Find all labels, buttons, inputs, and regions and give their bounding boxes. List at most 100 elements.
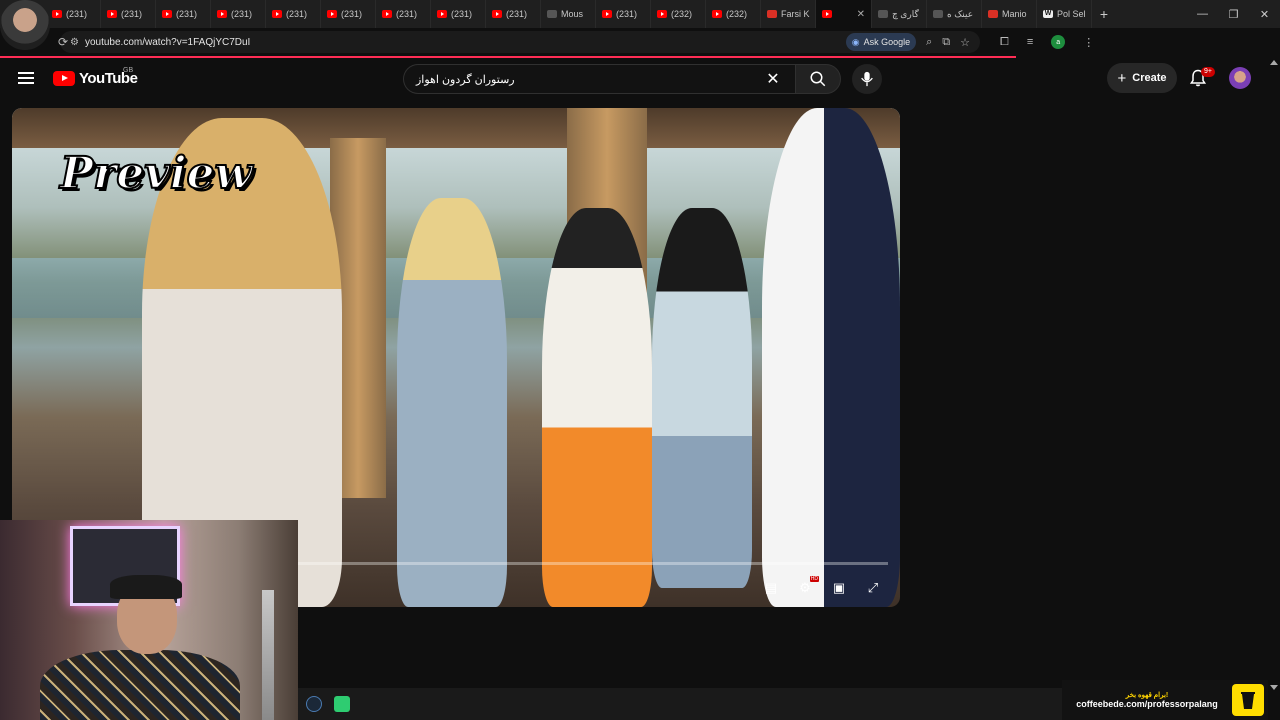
coffee-persian-label: برام قهوه بخر! [1125,692,1169,699]
browser-tab[interactable]: (231) [596,0,651,28]
browser-tab[interactable]: (232) [651,0,706,28]
browser-tab[interactable]: (231) [266,0,321,28]
restore-icon[interactable]: ❐ [1218,0,1249,28]
video-progress-bar[interactable] [298,562,888,565]
country-code: GB [123,67,134,74]
browser-tab[interactable]: (231) [156,0,211,28]
new-tab-icon[interactable]: + [1092,0,1116,28]
clear-search-icon[interactable]: ✕ [763,69,783,89]
close-tab-icon[interactable]: ✕ [857,9,865,20]
toolbar-icons: ⧠ ≡ a ⋮ [1000,35,1094,49]
browser-tab[interactable]: (231) [321,0,376,28]
browser-tab[interactable]: W Pol Sel [1037,0,1092,28]
search-icon [810,71,826,87]
subtitles-icon[interactable]: ▤ [762,579,780,597]
url-icons: ⌕ ⧉ ☆ [926,36,970,49]
address-bar: ⟳ ⚙ youtube.com/watch?v=1FAQjYC7DuI ◉ As… [0,28,1280,56]
dash-icon [878,10,888,18]
url-field[interactable]: ⚙ youtube.com/watch?v=1FAQjYC7DuI ◉ Ask … [60,31,980,53]
tab-title: (231) [506,9,528,19]
chrome-profile-avatar[interactable]: a [1051,35,1066,49]
reload-icon[interactable]: ⟳ [52,31,74,53]
create-button[interactable]: + Create [1107,63,1177,93]
scroll-up-arrow-icon[interactable] [1270,60,1278,65]
browser-tab[interactable]: (231) [431,0,486,28]
tab-title: (231) [451,9,473,19]
menu-kebab-icon[interactable]: ⋮ [1083,36,1094,49]
browser-tab[interactable]: (231) [101,0,156,28]
tab-search-icon[interactable]: ≡ [1027,36,1033,48]
video-scene-person [397,198,507,607]
browser-tab[interactable]: (231) [486,0,541,28]
dash-icon [933,10,943,18]
coffee-text: برام قهوه بخر! coffeebede.com/professorp… [1062,691,1232,709]
youtube-icon [492,10,502,18]
tab-title: (231) [176,9,198,19]
youtube-icon [657,10,667,18]
taskbar-dock [298,688,1062,720]
close-window-icon[interactable]: ✕ [1249,0,1280,28]
youtube-icon [52,10,62,18]
settings-gear-icon[interactable]: ⚙ HD [796,576,819,597]
coffee-donation-banner[interactable]: برام قهوه بخر! coffeebede.com/professorp… [1062,680,1268,720]
hamburger-menu-icon[interactable] [18,72,34,84]
extensions-icon[interactable]: ⧠ [1000,36,1009,49]
webcam-hookah [262,590,274,720]
steam-icon[interactable] [306,696,322,712]
zoom-icon[interactable]: ⌕ [926,36,932,49]
voice-search-button[interactable] [852,64,882,94]
install-icon[interactable]: ⧉ [942,36,950,49]
tab-title: (231) [286,9,308,19]
scroll-down-arrow-icon[interactable] [1270,685,1278,690]
bookmark-star-icon[interactable]: ☆ [960,36,970,49]
search-input[interactable]: رستوران گردون اهواز ✕ [403,64,795,94]
browser-tab[interactable]: گاری چ [872,0,927,28]
youtube-icon [162,10,172,18]
app-icon[interactable] [334,696,350,712]
tab-title: Mous [561,9,584,19]
tab-title: گاری چ [892,8,919,19]
coffee-cup-icon [1232,684,1264,716]
youtube-icon [712,10,722,18]
video-scene-person [762,108,900,607]
video-scene-person [652,208,752,588]
tab-title: (231) [616,9,638,19]
lens-icon: ◉ [851,36,860,47]
webcam-person-cap [110,575,182,599]
browser-tab[interactable]: (231) [46,0,101,28]
youtube-header: YouTube GB رستوران گردون اهواز ✕ + Creat… [0,58,1280,100]
fullscreen-icon[interactable]: ⤢ [864,579,882,597]
tab-title: Farsi K [781,9,810,19]
page-scrollbar[interactable] [1268,58,1280,720]
tab-title: (232) [671,9,693,19]
profile-avatar[interactable] [0,0,50,50]
ask-google-label: Ask Google [863,37,911,47]
youtube-play-icon [53,71,75,86]
browser-tab[interactable]: (231) [376,0,431,28]
browser-tab[interactable]: (231) [211,0,266,28]
search-button[interactable] [795,64,841,94]
browser-tab[interactable]: عینک ه [927,0,982,28]
browser-tab[interactable]: (232) [706,0,761,28]
youtube-icon [382,10,392,18]
mouse-icon [547,10,557,18]
browser-tab[interactable]: Mous [541,0,596,28]
browser-tab-strip: (231) (231) (231) (231) (231) (231) (231) (231)… [0,0,1280,28]
ask-google-button[interactable]: ◉ Ask Google [845,33,917,51]
streamer-webcam [0,520,298,720]
video-controls: ▤ ⚙ HD ▣ ⤢ [762,576,882,597]
youtube-icon [217,10,227,18]
youtube-icon [327,10,337,18]
miniplayer-icon[interactable]: ▣ [830,579,848,597]
browser-tab[interactable]: ✕ [816,0,872,28]
browser-tab[interactable]: Manio [982,0,1037,28]
tab-title: (231) [121,9,143,19]
microphone-icon [861,71,873,87]
minimize-icon[interactable]: — [1187,0,1218,28]
browser-tab[interactable]: Farsi K [761,0,816,28]
webcam-person-body [40,650,240,720]
user-avatar[interactable] [1229,67,1251,89]
preview-overlay-text: Preview [59,147,253,200]
youtube-icon [107,10,117,18]
youtube-icon [822,10,832,18]
